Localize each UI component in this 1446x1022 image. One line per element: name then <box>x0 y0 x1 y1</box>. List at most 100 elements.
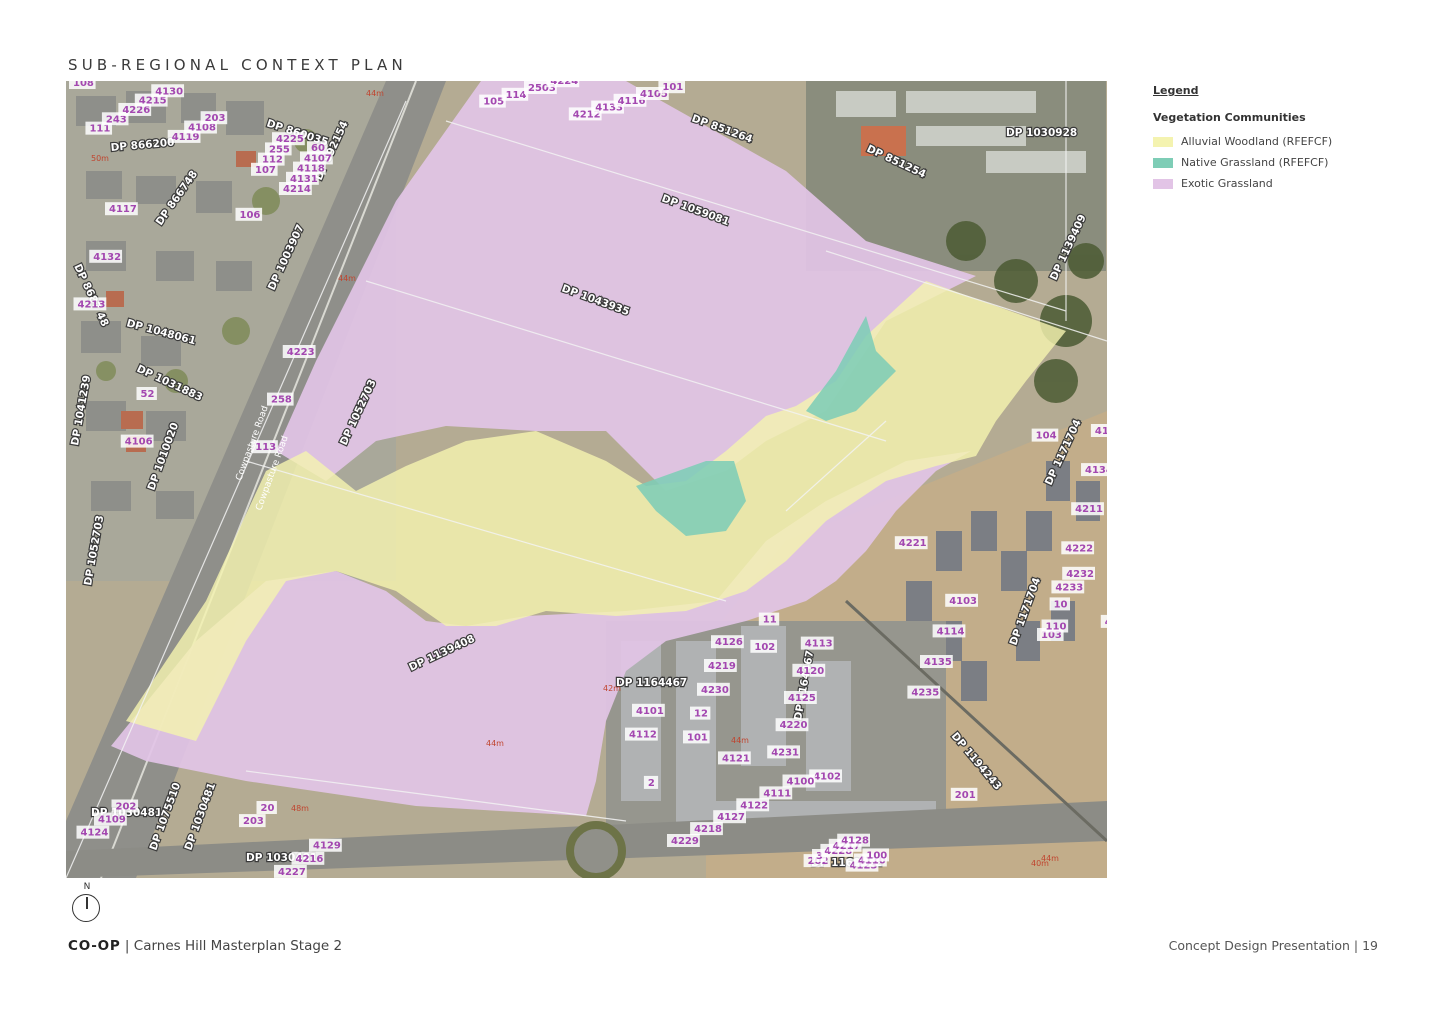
lot-number: 4135 <box>924 657 952 668</box>
lot-number-tag: 60 <box>307 141 328 155</box>
north-arrow-needle-icon <box>86 897 88 909</box>
legend-label: Alluvial Woodland (RFEFCF) <box>1181 135 1333 148</box>
lot-number: 4103 <box>949 596 977 607</box>
lot-number: 106 <box>240 210 261 221</box>
lot-number-tag: 4128 <box>837 833 870 847</box>
lot-dp-label: DP 1164467 <box>616 677 687 689</box>
lot-number: 52 <box>141 389 155 400</box>
lot-number: 4134 <box>1085 465 1107 476</box>
lot-number-tag: 20 <box>256 801 277 815</box>
lot-number: 10 <box>1054 599 1068 610</box>
lot-number: 4124 <box>81 828 109 839</box>
lot-number: 4211 <box>1075 504 1103 515</box>
lot-number-tag: 4233 <box>1051 580 1085 594</box>
contour-label: 48m <box>291 804 309 813</box>
lot-number-tag: 4235 <box>907 685 941 699</box>
swatch-alluvial-woodland <box>1153 136 1173 147</box>
lot-number: 4216 <box>296 854 324 865</box>
lot-number: 104 <box>1036 431 1057 442</box>
lot-number: 4113 <box>805 639 833 650</box>
lot-number-tag: 4223 <box>282 345 316 358</box>
lot-number: 107 <box>255 165 276 176</box>
lot-number-tag: 104 <box>1031 428 1059 442</box>
lot-number: 11 <box>763 615 777 626</box>
roundabout <box>566 821 626 878</box>
north-arrow: N <box>70 882 104 926</box>
lot-number: 4224 <box>550 81 578 87</box>
lot-number: 4223 <box>287 347 315 358</box>
lot-number: 4230 <box>701 685 729 696</box>
lot-number: 4115 <box>1095 426 1107 437</box>
lot-number-tag: 4221 <box>894 536 928 550</box>
lot-number: 60 <box>311 143 325 154</box>
lot-number-tag: 4112 <box>625 727 658 741</box>
lot-number: 4129 <box>313 841 341 852</box>
aerial-map[interactable]: DP 860035 DP 866200 DP 866748 DP 1003907 DP … <box>66 81 1107 878</box>
lot-number-tag: 4103 <box>945 593 978 607</box>
contour-label: 44m <box>731 736 749 745</box>
lot-number-tag: 4122 <box>736 798 770 812</box>
lot-number: 4106 <box>125 437 153 448</box>
lot-number: 4225 <box>276 134 304 145</box>
lot-number-tag: 4126 <box>711 635 744 649</box>
lot-number: 4100 <box>787 777 815 788</box>
lot-number-tag: 4230 <box>697 682 730 696</box>
legend-item-exotic-grassland: Exotic Grassland <box>1153 173 1413 194</box>
lot-number: 20 <box>261 803 275 814</box>
lot-number-tag: 110 <box>1041 619 1069 633</box>
footer-brand: CO-OP <box>68 938 121 954</box>
lot-number-tag: 4129 <box>309 838 342 852</box>
contour-label: 44m <box>338 274 356 283</box>
lot-number: 203 <box>243 816 264 827</box>
lot-number: 4118 <box>297 164 325 175</box>
lot-number-tag: 101 <box>683 730 710 744</box>
page-title: SUB-REGIONAL CONTEXT PLAN <box>68 56 407 74</box>
lot-number-tag: 11 <box>758 612 780 626</box>
lot-number: 12 <box>694 709 708 720</box>
lot-number-tag: 4109 <box>94 812 127 826</box>
lot-number-tag: 201 <box>950 787 978 801</box>
lot-number: 4104 <box>1105 617 1107 628</box>
lot-number-tag: 4211 <box>1071 502 1104 516</box>
legend-label: Exotic Grassland <box>1181 177 1273 190</box>
lot-number: 4233 <box>1055 582 1083 593</box>
lot-number: 105 <box>483 97 504 108</box>
lot-number-tag: 4225 <box>272 132 305 146</box>
lot-number-tag: 4121 <box>718 751 751 765</box>
legend-item-alluvial-woodland: Alluvial Woodland (RFEFCF) <box>1153 131 1413 152</box>
lot-number-tag: 4124 <box>76 825 110 839</box>
lot-number: 4121 <box>722 753 750 764</box>
lot-number-tag: 2 <box>643 775 659 789</box>
lot-number: 4222 <box>1065 543 1093 554</box>
lot-number: 4213 <box>78 299 106 310</box>
legend-label: Native Grassland (RFEFCF) <box>1181 156 1329 169</box>
contour-label: 42m <box>603 684 621 693</box>
lot-number-tag: 108 <box>69 81 96 89</box>
lot-number-tag: 4125 <box>784 691 817 704</box>
lot-number: 4130 <box>155 86 183 97</box>
lot-number: 202 <box>116 801 137 812</box>
lot-number: 4102 <box>813 771 841 782</box>
lot-number-tag: 4104 <box>1100 614 1107 628</box>
lot-number-tag: 203 <box>239 814 266 828</box>
lot-number: 4229 <box>671 836 699 847</box>
lot-number: 201 <box>955 790 976 801</box>
lot-number-tag: 4114 <box>932 624 966 638</box>
lot-number-tag: 4224 <box>546 81 580 88</box>
lot-number-tag: 4232 <box>1062 566 1095 580</box>
lot-number: 102 <box>754 642 775 653</box>
lot-number-tag: 4231 <box>767 745 800 759</box>
contour-label: 44m <box>1041 854 1059 863</box>
lot-number-tag: 4130 <box>151 84 185 98</box>
lot-number: 4107 <box>304 153 332 164</box>
lot-number-tag: 258 <box>267 392 294 406</box>
lot-number-tag: 102 <box>750 639 777 653</box>
lot-number: 112 <box>262 155 283 166</box>
lot-number: 4127 <box>717 812 745 823</box>
lot-number: 4125 <box>788 693 816 704</box>
lot-number: 108 <box>73 81 94 89</box>
lot-number-tag: 4216 <box>291 851 325 865</box>
lot-number: 110 <box>1046 622 1067 633</box>
footer-separator: | <box>124 938 130 954</box>
lot-number-tag: 101 <box>658 81 685 94</box>
